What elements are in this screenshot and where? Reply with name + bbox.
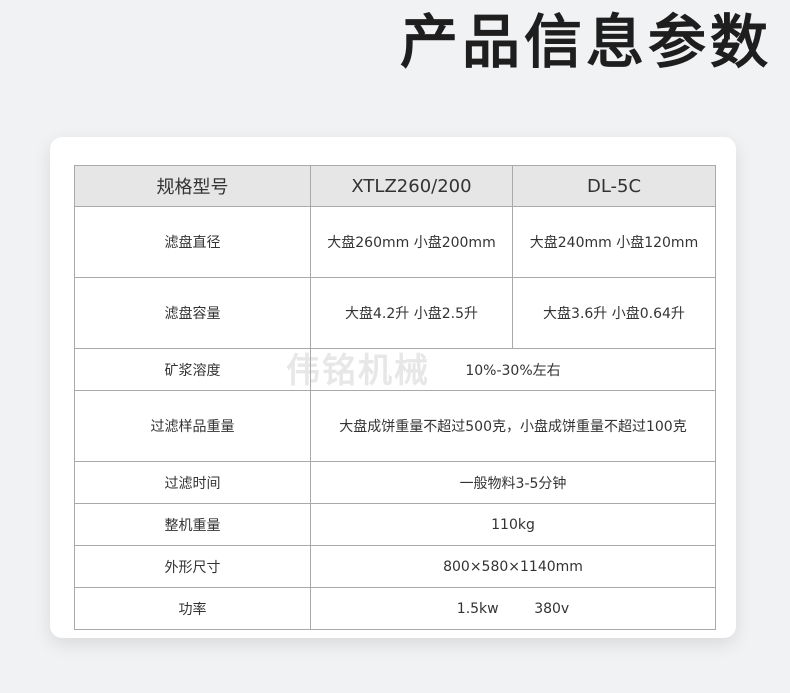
table-row: 整机重量 110kg [74,503,716,546]
cell-value: 大盘4.2升 小盘2.5升 [310,277,513,349]
page-title: 产品信息参数 [399,8,772,76]
table-row: 外形尺寸 800×580×1140mm [74,545,716,588]
table-row: 滤盘容量 大盘4.2升 小盘2.5升 大盘3.6升 小盘0.64升 [74,277,716,349]
table-header-row: 规格型号 XTLZ260/200 DL-5C [74,165,716,207]
cell-value: 800×580×1140mm [310,545,716,588]
table-row: 过滤时间 一般物料3-5分钟 [74,461,716,504]
row-label: 矿浆溶度 [74,348,311,391]
row-label: 外形尺寸 [74,545,311,588]
table-row: 矿浆溶度 10%-30%左右 [74,348,716,391]
row-label: 过滤时间 [74,461,311,504]
spec-table: 规格型号 XTLZ260/200 DL-5C 滤盘直径 大盘260mm 小盘20… [74,165,716,630]
cell-value: 大盘260mm 小盘200mm [310,206,513,278]
table-row: 过滤样品重量 大盘成饼重量不超过500克，小盘成饼重量不超过100克 [74,390,716,462]
header-model-dl5c: DL-5C [512,165,716,207]
row-label: 整机重量 [74,503,311,546]
row-label: 滤盘直径 [74,206,311,278]
header-model-label: 规格型号 [74,165,311,207]
cell-value: 大盘3.6升 小盘0.64升 [512,277,716,349]
table-row: 滤盘直径 大盘260mm 小盘200mm 大盘240mm 小盘120mm [74,206,716,278]
row-label: 过滤样品重量 [74,390,311,462]
row-label: 滤盘容量 [74,277,311,349]
row-label: 功率 [74,587,311,630]
cell-value: 1.5kw 380v [310,587,716,630]
cell-value: 110kg [310,503,716,546]
cell-value: 大盘240mm 小盘120mm [512,206,716,278]
cell-value: 大盘成饼重量不超过500克，小盘成饼重量不超过100克 [310,390,716,462]
cell-value: 一般物料3-5分钟 [310,461,716,504]
cell-value: 10%-30%左右 [310,348,716,391]
table-row: 功率 1.5kw 380v [74,587,716,630]
header-model-xtlz: XTLZ260/200 [310,165,513,207]
spec-card: 规格型号 XTLZ260/200 DL-5C 滤盘直径 大盘260mm 小盘20… [50,137,736,638]
